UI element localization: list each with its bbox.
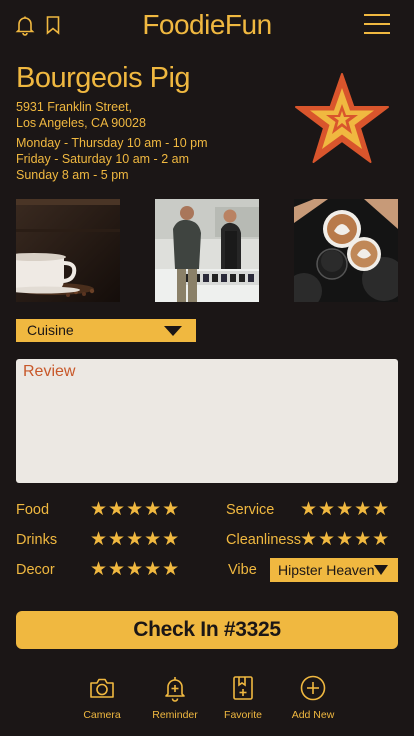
app-header: FoodieFun (0, 0, 414, 50)
decor-label: Decor (16, 562, 55, 578)
add-circle-icon (300, 675, 326, 701)
drinks-label: Drinks (16, 532, 58, 548)
app-title: FoodieFun (142, 9, 272, 40)
favorite-bookmark-icon (233, 676, 253, 700)
vibe-selected-value: Hipster Heaven (278, 562, 375, 578)
nav-favorite[interactable]: Favorite (213, 674, 273, 721)
food-stars[interactable]: ★★★★★ (90, 500, 180, 520)
restaurant-name: Bourgeois Pig (16, 62, 191, 94)
cleanliness-stars[interactable]: ★★★★★ (300, 530, 390, 550)
latte-cups-photo[interactable] (294, 199, 398, 302)
cuisine-dropdown[interactable]: Cuisine (16, 319, 196, 342)
coffee-cup-photo[interactable] (16, 199, 120, 302)
nav-camera[interactable]: Camera (72, 674, 132, 721)
chevron-down-icon (164, 326, 182, 336)
service-stars[interactable]: ★★★★★ (300, 500, 390, 520)
cleanliness-label: Cleanliness (226, 532, 301, 548)
camera-icon (90, 678, 114, 698)
food-label: Food (16, 502, 50, 518)
reminder-bell-icon (165, 677, 185, 702)
nav-add-new[interactable]: Add New (283, 674, 343, 721)
vibe-label: Vibe (228, 562, 257, 578)
nav-reminder-label: Reminder (152, 709, 198, 721)
hours-weekend: Friday - Saturday 10 am - 2 am (16, 152, 189, 166)
review-textarea[interactable]: Review (16, 359, 398, 483)
nav-add-new-label: Add New (291, 709, 335, 721)
restaurant-star-logo (292, 71, 392, 167)
chevron-down-icon (374, 565, 388, 575)
nav-camera-label: Camera (83, 709, 121, 721)
drinks-stars[interactable]: ★★★★★ (90, 530, 180, 550)
hours-sunday: Sunday 8 am - 5 pm (16, 168, 129, 182)
baristas-counter-photo[interactable] (155, 199, 259, 302)
check-in-button[interactable]: Check In #3325 (16, 611, 398, 649)
nav-reminder[interactable]: Reminder (145, 674, 205, 721)
vibe-dropdown[interactable]: Hipster Heaven (270, 558, 398, 582)
service-label: Service (226, 502, 275, 518)
address-line-1: 5931 Franklin Street, (16, 100, 133, 114)
decor-stars[interactable]: ★★★★★ (90, 560, 180, 580)
review-label: Review (23, 363, 76, 380)
hours-weekday: Monday - Thursday 10 am - 10 pm (16, 136, 208, 150)
nav-favorite-label: Favorite (224, 709, 262, 721)
address-line-2: Los Angeles, CA 90028 (16, 116, 146, 130)
hamburger-menu-icon[interactable] (364, 14, 392, 36)
cuisine-label: Cuisine (27, 322, 74, 338)
